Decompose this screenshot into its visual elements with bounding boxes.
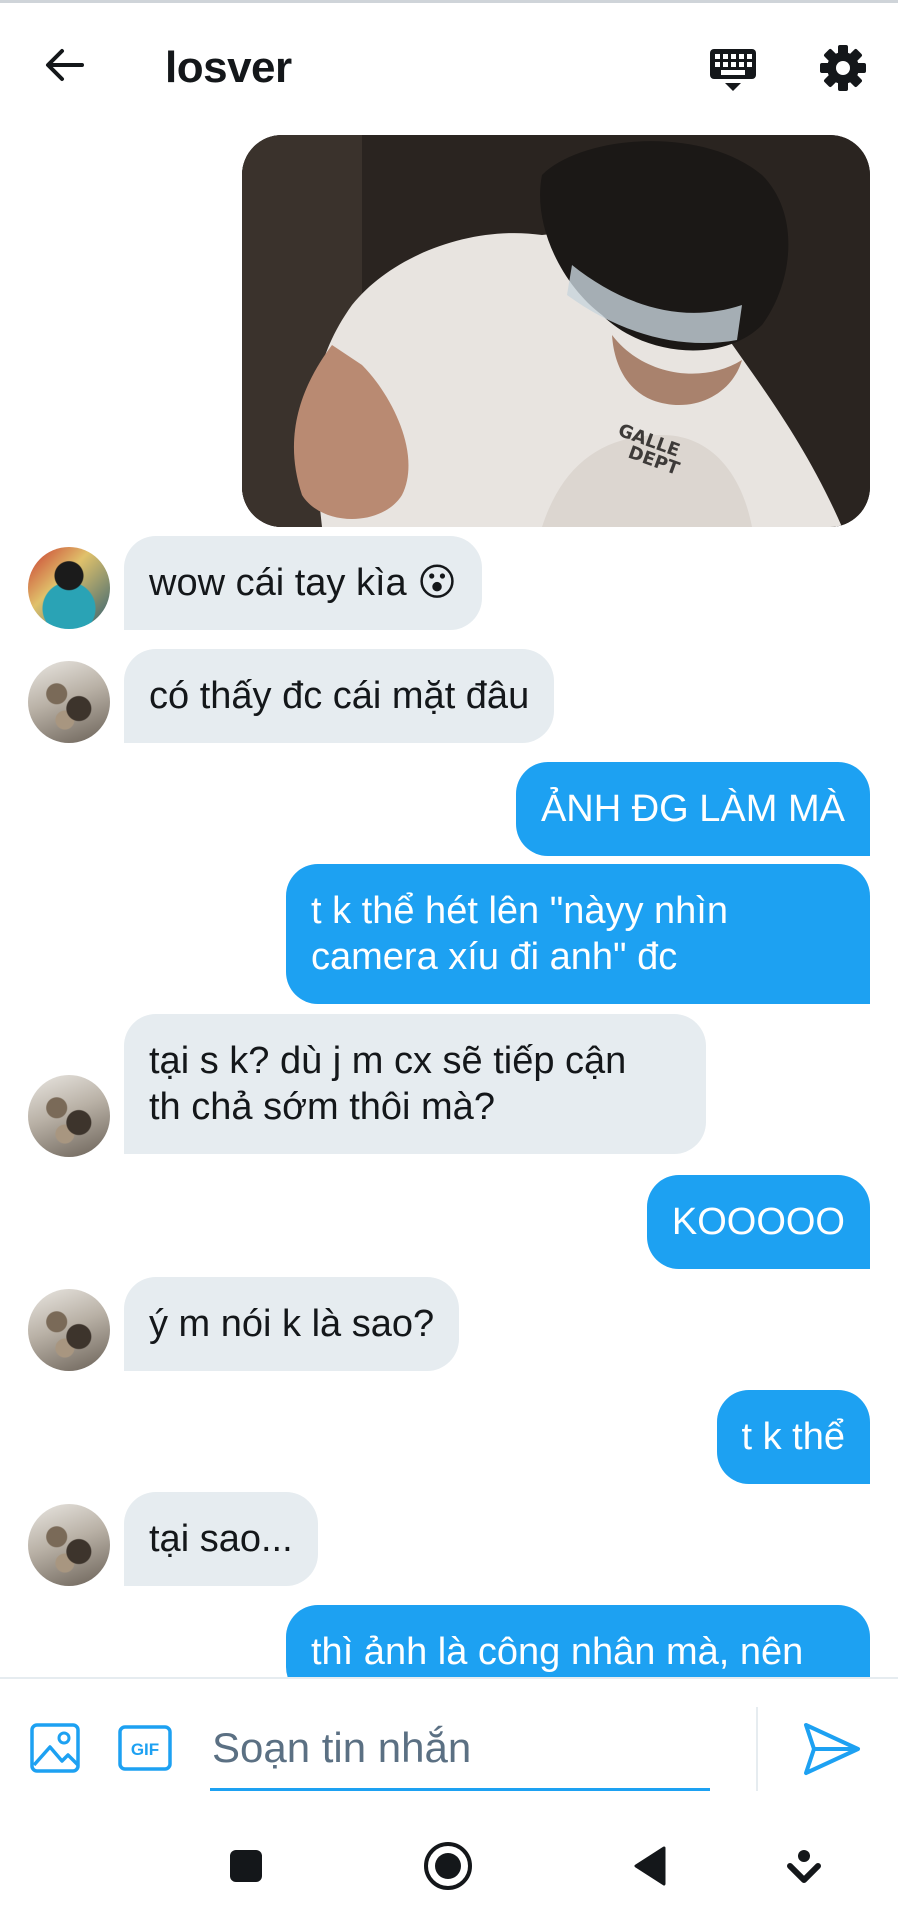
sent-message[interactable]: thì ảnh là công nhân mà, nên <box>286 1605 870 1677</box>
image-icon <box>30 1723 80 1773</box>
avatar[interactable] <box>28 1504 110 1586</box>
message-line: th chả sớm thôi mà? <box>149 1086 495 1128</box>
message-line: thì ảnh là công nhân mà, nên <box>311 1631 804 1673</box>
message-line: tại s k? dù j m cx sẽ tiếp cận <box>149 1040 627 1082</box>
message-line: t k thể <box>741 1416 846 1458</box>
message-line: t k thể hét lên "nàyy nhìn <box>311 890 728 932</box>
received-message[interactable]: ý m nói k là sao? <box>124 1277 460 1371</box>
avatar[interactable] <box>28 547 110 629</box>
avatar[interactable] <box>28 661 110 743</box>
received-message[interactable]: tại s k? dù j m cx sẽ tiếp cận th chả sớ… <box>124 1014 706 1154</box>
send-button[interactable] <box>800 1719 864 1779</box>
sent-photo-message[interactable]: GALLE DEPT <box>242 135 870 527</box>
arrow-left-icon <box>46 49 84 81</box>
home-button[interactable] <box>420 1838 476 1894</box>
message-input[interactable] <box>210 1707 710 1791</box>
message-line: KOOOOO <box>671 1201 845 1243</box>
gif-icon: GIF <box>118 1725 172 1771</box>
avatar[interactable] <box>28 1075 110 1157</box>
keyboard-shortcuts-button[interactable] <box>700 35 766 101</box>
system-navigation-bar <box>0 1812 898 1920</box>
message-line: có thấy đc cái mặt đâu <box>149 675 530 717</box>
message-line: ẢNH ĐG LÀM MÀ <box>540 788 845 830</box>
received-message[interactable]: có thấy đc cái mặt đâu <box>124 649 555 743</box>
back-nav-button[interactable] <box>622 1838 678 1894</box>
conversation-header: losver <box>0 3 898 131</box>
square-icon <box>230 1850 262 1882</box>
message-line: ý m nói k là sao? <box>149 1303 435 1345</box>
message-line: camera xíu đi anh" đc <box>311 936 678 978</box>
message-thread[interactable]: GALLE DEPT wow cái tay kìa 😮 có thấy đc … <box>0 131 898 1677</box>
gear-icon <box>820 45 866 91</box>
circle-home-icon <box>424 1842 472 1890</box>
message-line: tại sao... <box>149 1518 293 1560</box>
back-button[interactable] <box>34 35 94 95</box>
message-composer: GIF <box>0 1677 898 1814</box>
composer-divider <box>756 1707 758 1791</box>
sent-message[interactable]: t k thể <box>716 1390 870 1484</box>
hide-keyboard-icon <box>787 1850 821 1883</box>
add-photo-button[interactable] <box>28 1721 82 1775</box>
gif-label: GIF <box>131 1740 159 1759</box>
sent-message[interactable]: t k thể hét lên "nàyy nhìn camera xíu đi… <box>286 864 870 1004</box>
photo-image: GALLE DEPT <box>242 135 870 527</box>
sent-message[interactable]: ẢNH ĐG LÀM MÀ <box>515 762 870 856</box>
message-line: wow cái tay kìa 😮 <box>149 562 457 604</box>
hide-keyboard-button[interactable] <box>776 1838 832 1894</box>
avatar[interactable] <box>28 1289 110 1371</box>
received-message[interactable]: tại sao... <box>124 1492 318 1586</box>
settings-button[interactable] <box>810 35 876 101</box>
conversation-title[interactable]: losver <box>165 43 292 93</box>
recents-button[interactable] <box>218 1838 274 1894</box>
received-message[interactable]: wow cái tay kìa 😮 <box>124 536 482 630</box>
back-triangle-icon <box>634 1846 666 1886</box>
sent-message[interactable]: KOOOOO <box>646 1175 870 1269</box>
send-icon <box>804 1723 860 1775</box>
keyboard-icon <box>710 49 756 91</box>
add-gif-button[interactable]: GIF <box>116 1721 174 1775</box>
